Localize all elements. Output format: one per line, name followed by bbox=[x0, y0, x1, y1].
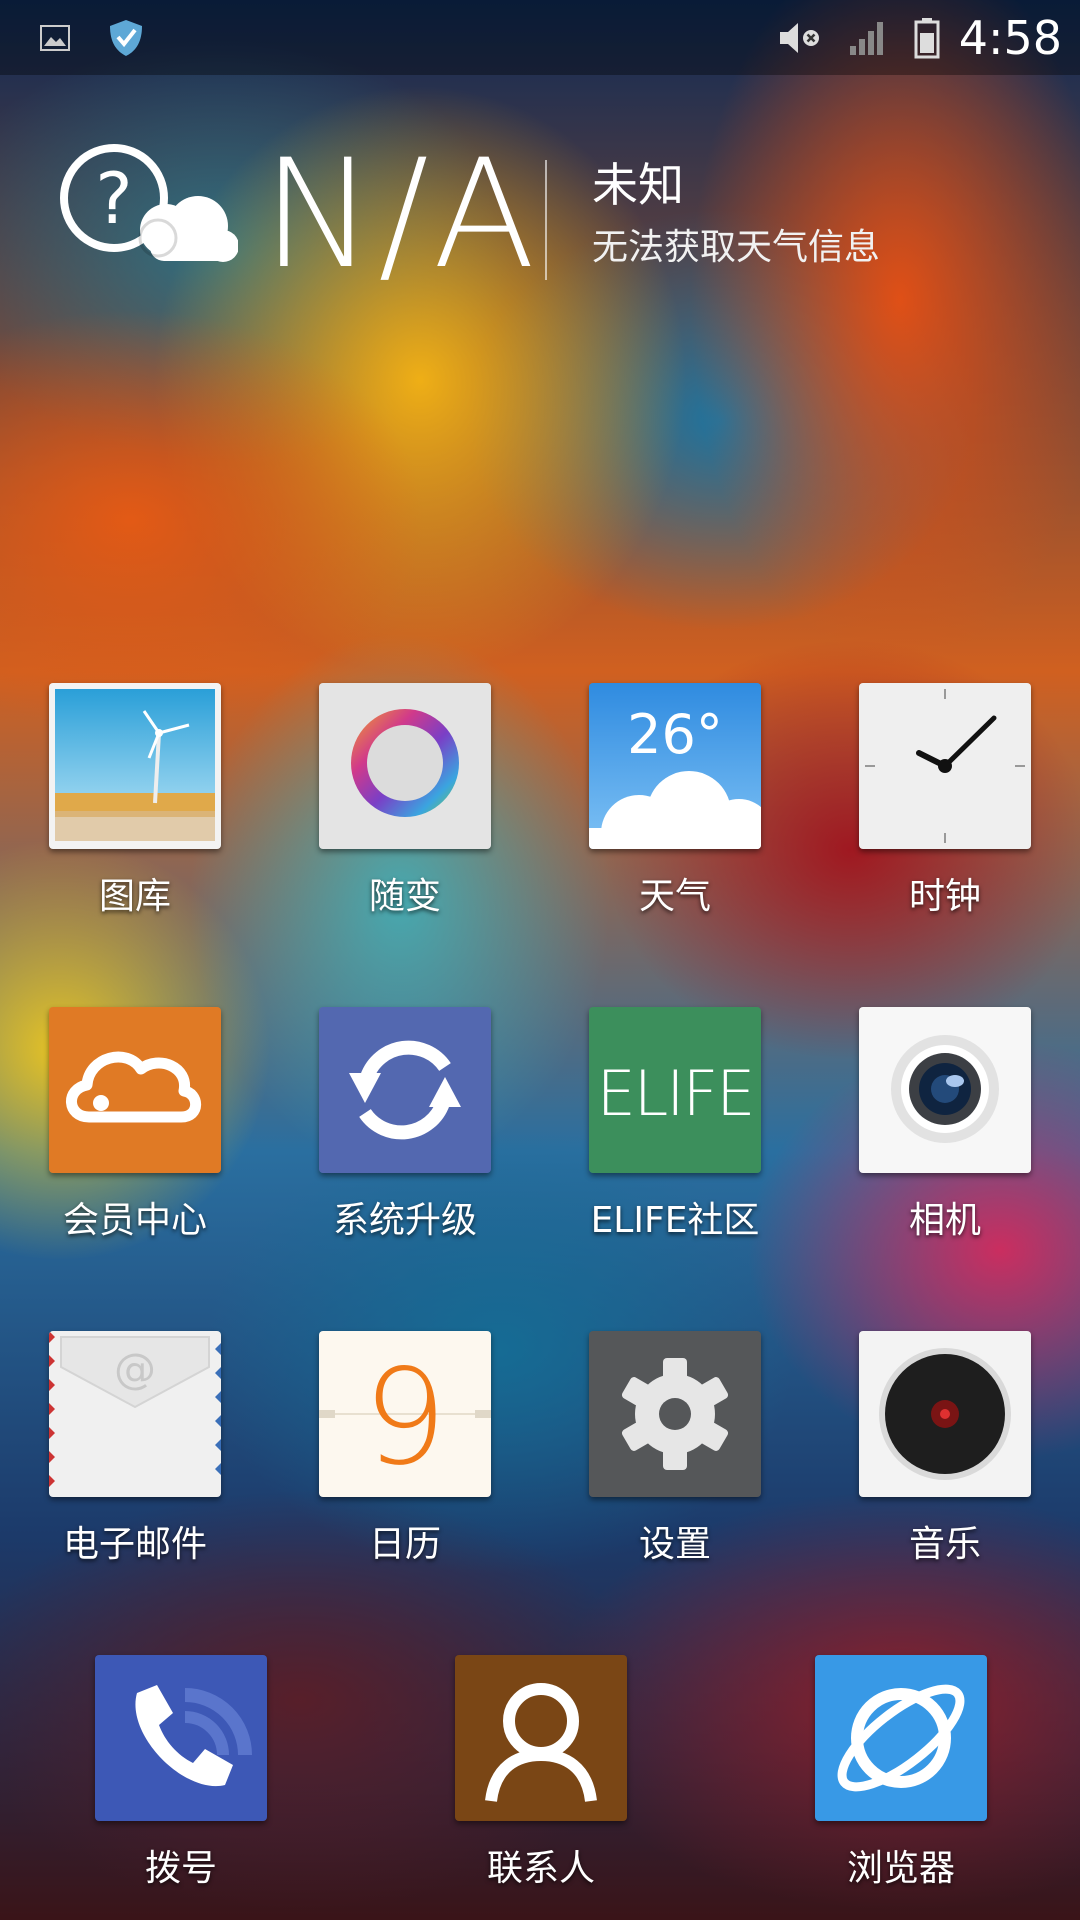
weather-badge: 26° bbox=[627, 703, 723, 766]
signal-icon bbox=[848, 0, 888, 75]
weather-app-icon: 26° bbox=[589, 683, 761, 849]
app-gallery[interactable]: 图库 bbox=[12, 683, 242, 953]
app-system-update[interactable]: 系统升级 bbox=[282, 1007, 512, 1277]
dock-dialer[interactable]: 拨号 bbox=[58, 1655, 288, 1920]
camera-icon bbox=[859, 1007, 1031, 1173]
clock-icon bbox=[859, 683, 1031, 849]
app-label: ELIFE社区 bbox=[590, 1200, 760, 1241]
calendar-icon: 9 bbox=[319, 1331, 491, 1497]
app-label: 图库 bbox=[98, 876, 171, 917]
mute-icon bbox=[778, 0, 822, 75]
theme-ring-icon bbox=[319, 683, 491, 849]
calendar-day-badge: 9 bbox=[363, 1341, 447, 1495]
status-clock: 4:58 bbox=[958, 10, 1062, 65]
update-sync-icon bbox=[319, 1007, 491, 1173]
app-settings[interactable]: 设置 bbox=[552, 1331, 782, 1601]
elife-icon: ELIFE bbox=[589, 1007, 761, 1173]
elife-badge: ELIFE bbox=[597, 1057, 754, 1130]
app-clock[interactable]: 时钟 bbox=[822, 683, 1052, 953]
dock-contacts[interactable]: 联系人 bbox=[418, 1655, 648, 1920]
dock-browser[interactable]: 浏览器 bbox=[778, 1655, 1008, 1920]
svg-text:?: ? bbox=[95, 158, 132, 240]
app-member-center[interactable]: 会员中心 bbox=[12, 1007, 242, 1277]
app-elife[interactable]: ELIFE ELIFE社区 bbox=[552, 1007, 782, 1277]
app-label: 时钟 bbox=[908, 876, 981, 917]
status-bar: 4:58 bbox=[0, 0, 1080, 75]
app-music[interactable]: 音乐 bbox=[822, 1331, 1052, 1601]
app-email[interactable]: @ 电子邮件 bbox=[12, 1331, 242, 1601]
app-label: 相机 bbox=[908, 1200, 981, 1241]
app-label: 系统升级 bbox=[332, 1200, 477, 1241]
weather-divider bbox=[545, 160, 547, 280]
phone-icon bbox=[95, 1655, 267, 1821]
svg-text:@: @ bbox=[114, 1344, 156, 1393]
shield-notification-icon bbox=[106, 0, 146, 75]
unknown-weather-icon: ? bbox=[58, 138, 239, 278]
gallery-icon bbox=[49, 683, 221, 849]
app-calendar[interactable]: 9 日历 bbox=[282, 1331, 512, 1601]
app-label: 随变 bbox=[368, 876, 441, 917]
app-label: 设置 bbox=[638, 1524, 711, 1565]
battery-icon bbox=[912, 0, 942, 75]
mail-envelope-icon: @ bbox=[49, 1331, 221, 1497]
app-label: 电子邮件 bbox=[62, 1524, 207, 1565]
cloud-member-icon bbox=[49, 1007, 221, 1173]
weather-city: 未知 bbox=[592, 158, 684, 212]
app-label: 拨号 bbox=[144, 1848, 217, 1889]
contacts-icon bbox=[455, 1655, 627, 1821]
app-label: 浏览器 bbox=[846, 1848, 955, 1889]
weather-description: 无法获取天气信息 bbox=[592, 227, 881, 268]
home-screen: 4:58 ? N/A 未知 无法获取天气信息 图库 随变 26° 天气 时钟 会… bbox=[0, 0, 1080, 1920]
weather-widget[interactable]: ? N/A 未知 无法获取天气信息 bbox=[0, 120, 1080, 300]
app-label: 会员中心 bbox=[62, 1200, 207, 1241]
app-suibian[interactable]: 随变 bbox=[282, 683, 512, 953]
gallery-notification-icon bbox=[36, 0, 74, 75]
app-label: 音乐 bbox=[908, 1524, 981, 1565]
gear-icon bbox=[589, 1331, 761, 1497]
app-label: 日历 bbox=[368, 1524, 441, 1565]
app-camera[interactable]: 相机 bbox=[822, 1007, 1052, 1277]
music-disc-icon bbox=[859, 1331, 1031, 1497]
app-label: 联系人 bbox=[486, 1848, 595, 1889]
weather-temperature: N/A bbox=[262, 128, 540, 302]
app-label: 天气 bbox=[638, 876, 711, 917]
browser-globe-icon bbox=[815, 1655, 987, 1821]
app-weather[interactable]: 26° 天气 bbox=[552, 683, 782, 953]
